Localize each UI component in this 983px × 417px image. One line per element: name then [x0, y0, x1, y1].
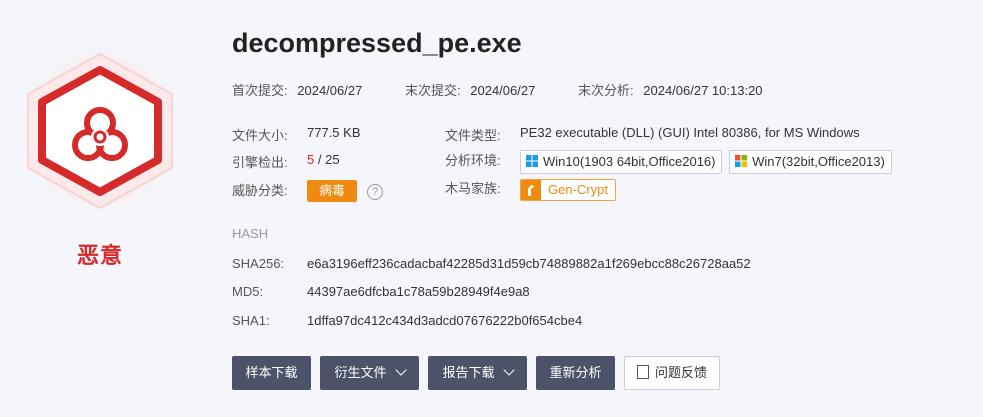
windows7-icon [735, 154, 748, 167]
last-analysis: 末次分析: 2024/06/27 10:13:20 [578, 80, 763, 99]
file-size-label: 文件大小: [232, 128, 288, 143]
help-icon[interactable]: ? [367, 183, 384, 200]
file-name-title: decompressed_pe.exe [232, 28, 522, 58]
trojan-horse-icon [521, 179, 541, 200]
file-size: 文件大小: 777.5 KB [232, 125, 361, 144]
trojan-family-label: 木马家族: [445, 181, 501, 196]
last-submit-value: 2024/06/27 [470, 83, 536, 98]
hash-section-title: HASH [232, 226, 269, 241]
last-analysis-value: 2024/06/27 10:13:20 [643, 83, 763, 98]
download-sample-label: 样本下载 [245, 365, 298, 380]
md5-label: MD5: [232, 284, 264, 299]
last-analysis-label: 末次分析: [578, 83, 634, 98]
chevron-down-icon [394, 364, 407, 376]
engine-total: / 25 [317, 152, 340, 167]
engine-detection-label: 引擎检出: [232, 155, 288, 170]
verdict-badge [14, 40, 186, 220]
feedback-label: 问题反馈 [654, 365, 707, 380]
env-win7-tag[interactable]: Win7(32bit,Office2013) [729, 149, 892, 174]
last-submit: 末次提交: 2024/06/27 [405, 80, 535, 99]
verdict-label: 恶意 [76, 243, 123, 268]
env-win10-label: Win10(1903 64bit,Office2016) [543, 153, 716, 169]
chevron-down-icon [502, 364, 515, 376]
sha1-label: SHA1: [232, 313, 270, 328]
document-icon [636, 365, 649, 379]
derived-files-button[interactable]: 衍生文件 [320, 356, 419, 390]
file-type: 文件类型: PE32 executable (DLL) (GUI) Intel … [445, 125, 860, 144]
report-download-button[interactable]: 报告下载 [428, 356, 527, 390]
sha1-row: SHA1: 1dffa97dc412c434d3adcd07676222b0f6… [232, 313, 582, 328]
md5-value[interactable]: 44397ae6dfcba1c78a59b28949f4e9a8 [307, 284, 530, 299]
threat-category-label: 威胁分类: [232, 183, 288, 198]
env-win7-label: Win7(32bit,Office2013) [752, 153, 885, 169]
detected-count: 5 [307, 152, 315, 167]
first-submit-label: 首次提交: [232, 83, 288, 98]
windows10-icon [526, 154, 538, 167]
sha1-value[interactable]: 1dffa97dc412c434d3adcd07676222b0f654cbe4 [307, 313, 582, 328]
sha256-row: SHA256: e6a3196eff236cadacbaf42285d31d59… [232, 256, 751, 271]
first-submit: 首次提交: 2024/06/27 [232, 80, 362, 99]
file-size-value: 777.5 KB [307, 125, 361, 140]
derived-files-label: 衍生文件 [334, 365, 387, 380]
md5-row: MD5: 44397ae6dfcba1c78a59b28949f4e9a8 [232, 284, 530, 299]
family-tag[interactable]: Gen-Crypt [520, 178, 616, 201]
engine-detection: 引擎检出: 5 / 25 [232, 152, 340, 171]
analysis-environment: 分析环境: Win10(1903 64bit,Office2016) Win7(… [445, 149, 892, 174]
reanalyze-label: 重新分析 [549, 365, 602, 380]
analysis-environment-label: 分析环境: [445, 153, 501, 168]
last-submit-label: 末次提交: [405, 83, 461, 98]
file-type-value: PE32 executable (DLL) (GUI) Intel 80386,… [520, 125, 860, 140]
family-tag-label: Gen-Crypt [548, 181, 608, 197]
trojan-family: 木马家族: Gen-Crypt [445, 178, 616, 201]
download-sample-button[interactable]: 样本下载 [232, 356, 311, 390]
file-type-label: 文件类型: [445, 128, 501, 143]
threat-category: 威胁分类: 病毒? [232, 180, 384, 202]
report-download-label: 报告下载 [442, 365, 495, 380]
env-win10-tag[interactable]: Win10(1903 64bit,Office2016) [520, 149, 723, 174]
sha256-value[interactable]: e6a3196eff236cadacbaf42285d31d59cb748898… [307, 256, 751, 271]
first-submit-value: 2024/06/27 [297, 83, 363, 98]
reanalyze-button[interactable]: 重新分析 [536, 356, 615, 390]
threat-tag-virus[interactable]: 病毒 [307, 180, 358, 202]
feedback-button[interactable]: 问题反馈 [624, 356, 720, 390]
biohazard-hexagon-icon [18, 42, 182, 218]
sha256-label: SHA256: [232, 256, 285, 271]
